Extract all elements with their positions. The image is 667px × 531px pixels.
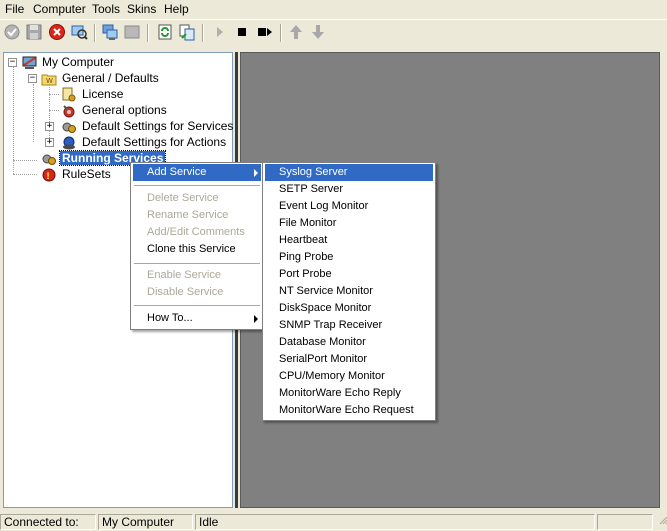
tree-connector — [49, 94, 59, 95]
menu-help[interactable]: Help — [162, 2, 191, 16]
menu-separator — [134, 185, 260, 186]
tree-item-default-actions[interactable]: Default Settings for Actions — [82, 134, 226, 150]
menu-computer[interactable]: Computer — [31, 2, 88, 16]
search-computer-icon[interactable] — [70, 23, 88, 41]
tree-item-rulesets[interactable]: RuleSets — [62, 166, 111, 182]
menu-item-how-to-label: How To... — [147, 312, 193, 324]
tree-connector — [33, 84, 34, 142]
submenu-arrow-icon — [254, 315, 258, 323]
tree-expander[interactable]: − — [28, 74, 37, 83]
toolbar-separator — [280, 24, 282, 42]
submenu-item-heartbeat[interactable]: Heartbeat — [265, 232, 433, 249]
tree-connector — [13, 66, 14, 174]
tree-connector — [49, 84, 50, 142]
my-computer-icon — [22, 55, 38, 71]
general-options-icon — [61, 103, 77, 119]
toolbar — [0, 19, 667, 46]
menu-item-enable-service: Enable Service — [147, 269, 221, 281]
folder-icon: W — [41, 71, 57, 87]
menu-item-how-to[interactable]: How To... — [133, 310, 261, 327]
status-connection-label: Connected to: — [0, 514, 96, 530]
menu-item-delete-service: Delete Service — [147, 192, 219, 204]
submenu-item-snmp-trap-receiver[interactable]: SNMP Trap Receiver — [265, 317, 433, 334]
submenu-item-diskspace-monitor[interactable]: DiskSpace Monitor — [265, 300, 433, 317]
menu-item-rename-service: Rename Service — [147, 209, 229, 221]
tree-connector — [49, 110, 59, 111]
refresh-icon[interactable] — [156, 23, 174, 41]
submenu-item-echo-request[interactable]: MonitorWare Echo Request — [265, 402, 433, 419]
submenu-item-setp-server[interactable]: SETP Server — [265, 181, 433, 198]
tree-expander[interactable]: + — [45, 138, 54, 147]
submenu-item-serialport-monitor[interactable]: SerialPort Monitor — [265, 351, 433, 368]
tree-item-general-defaults[interactable]: General / Defaults — [62, 70, 159, 86]
tree-item-default-services[interactable]: Default Settings for Services — [82, 118, 233, 134]
add-service-submenu: Syslog Server SETP Server Event Log Moni… — [262, 162, 436, 421]
menu-tools[interactable]: Tools — [90, 2, 122, 16]
submenu-item-event-log-monitor[interactable]: Event Log Monitor — [265, 198, 433, 215]
submenu-arrow-icon — [254, 169, 258, 177]
svg-text:W: W — [46, 77, 53, 85]
submenu-item-database-monitor[interactable]: Database Monitor — [265, 334, 433, 351]
rulesets-icon: ! — [41, 167, 57, 183]
toolbar-separator — [94, 24, 96, 42]
menu-separator — [134, 263, 260, 264]
license-icon — [61, 87, 77, 103]
window-edge — [660, 52, 667, 508]
menu-item-add-edit-comments: Add/Edit Comments — [147, 226, 245, 238]
submenu-item-ping-probe[interactable]: Ping Probe — [265, 249, 433, 266]
tree-item-my-computer[interactable]: My Computer — [42, 54, 114, 70]
play-icon[interactable] — [211, 23, 229, 41]
computers-icon[interactable] — [101, 23, 119, 41]
status-state: Idle — [195, 514, 595, 530]
tree-connector — [13, 160, 37, 161]
transfer-icon[interactable] — [178, 23, 196, 41]
submenu-item-file-monitor[interactable]: File Monitor — [265, 215, 433, 232]
status-bar: Connected to: My Computer Idle — [0, 512, 667, 531]
menu-item-add-service-label: Add Service — [147, 166, 207, 178]
actions-icon — [61, 135, 77, 151]
arrow-down-icon[interactable] — [309, 23, 327, 41]
tree-expander[interactable]: + — [45, 122, 54, 131]
submenu-item-syslog-server[interactable]: Syslog Server — [265, 164, 433, 181]
menu-separator — [134, 305, 260, 306]
menu-bar: File Computer Tools Skins Help — [0, 0, 667, 18]
tree-expander[interactable]: − — [8, 58, 17, 67]
svg-text:!: ! — [46, 172, 50, 182]
save-icon[interactable] — [25, 23, 43, 41]
submenu-item-nt-service-monitor[interactable]: NT Service Monitor — [265, 283, 433, 300]
stop-square-icon[interactable] — [233, 23, 251, 41]
tree-item-general-options[interactable]: General options — [82, 102, 167, 118]
submenu-item-echo-reply[interactable]: MonitorWare Echo Reply — [265, 385, 433, 402]
toolbar-separator — [147, 24, 149, 42]
resize-grip-icon[interactable] — [655, 514, 667, 530]
panel-icon[interactable] — [123, 23, 141, 41]
running-services-icon — [41, 151, 57, 167]
menu-file[interactable]: File — [3, 2, 26, 16]
tree-item-license[interactable]: License — [82, 86, 123, 102]
menu-item-disable-service: Disable Service — [147, 286, 224, 298]
menu-item-add-service[interactable]: Add Service — [133, 164, 261, 181]
step-icon[interactable] — [256, 23, 274, 41]
context-menu: Add Service Delete Service Rename Servic… — [130, 162, 264, 330]
submenu-item-port-probe[interactable]: Port Probe — [265, 266, 433, 283]
tree-connector — [13, 174, 37, 175]
menu-skins[interactable]: Skins — [125, 2, 158, 16]
stop-icon[interactable] — [48, 23, 66, 41]
status-computer: My Computer — [98, 514, 193, 530]
check-icon[interactable] — [3, 23, 21, 41]
arrow-up-icon[interactable] — [287, 23, 305, 41]
submenu-item-cpu-memory-monitor[interactable]: CPU/Memory Monitor — [265, 368, 433, 385]
status-empty-panel — [597, 514, 653, 530]
menu-item-clone-service[interactable]: Clone this Service — [133, 241, 261, 258]
services-icon — [61, 119, 77, 135]
toolbar-separator — [202, 24, 204, 42]
